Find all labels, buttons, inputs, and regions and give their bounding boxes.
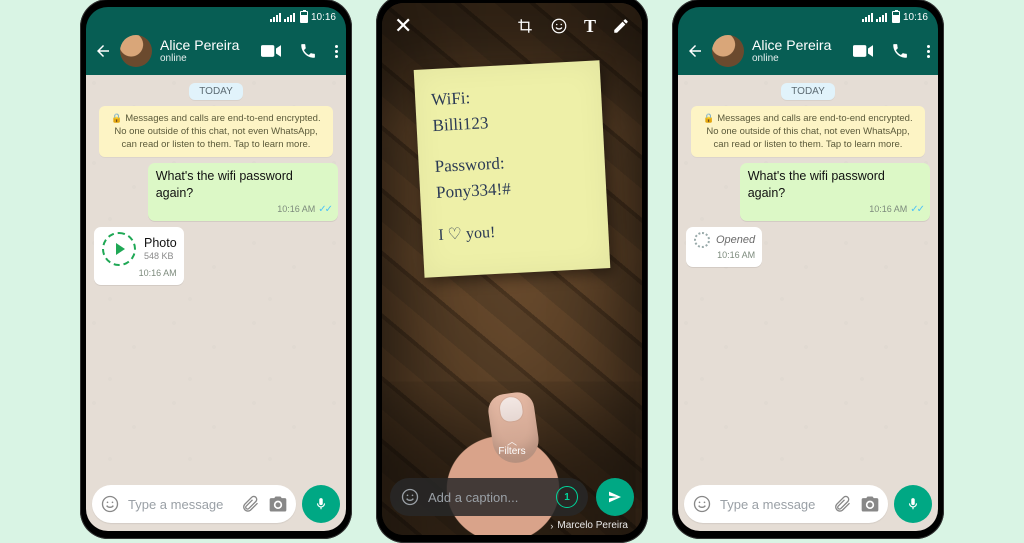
video-call-icon[interactable] [261, 44, 281, 58]
attach-icon[interactable] [240, 494, 260, 514]
signal-icon [270, 13, 281, 22]
attach-icon[interactable] [832, 494, 852, 514]
emoji-icon[interactable] [100, 494, 120, 514]
message-input[interactable]: Type a message [92, 485, 296, 523]
message-input[interactable]: Type a message [684, 485, 888, 523]
contact-avatar[interactable] [712, 35, 744, 67]
camera-icon[interactable] [860, 494, 880, 514]
message-time: 10:16 AM [139, 268, 177, 280]
message-outgoing[interactable]: What's the wifi password again? 10:16 AM… [686, 163, 930, 221]
opened-ring-icon [694, 232, 710, 248]
message-text: What's the wifi password again? [156, 168, 331, 201]
video-call-icon[interactable] [853, 44, 873, 58]
photo-title: Photo [144, 235, 177, 251]
phone-right: 10:16 Alice Pereira online TODAY [672, 0, 944, 539]
sticky-note: WiFi: Billi123 Password: Pony334!# I ♡ y… [414, 60, 611, 277]
voice-call-icon[interactable] [891, 42, 909, 60]
message-placeholder: Type a message [128, 497, 223, 512]
signal-icon [876, 13, 887, 22]
phone-left: 10:16 Alice Pereira online TODAY [80, 0, 352, 539]
message-incoming-opened[interactable]: Opened 10:16 AM [686, 227, 930, 267]
message-composer: Type a message [678, 479, 938, 531]
screen-chat-after: 10:16 Alice Pereira online TODAY [678, 7, 938, 531]
opened-label: Opened [716, 233, 755, 247]
battery-icon [892, 11, 900, 23]
camera-icon[interactable] [268, 494, 288, 514]
screen-chat-before: 10:16 Alice Pereira online TODAY [86, 7, 346, 531]
caption-input[interactable]: Add a caption... 1 [390, 478, 588, 516]
more-menu-icon[interactable] [927, 45, 930, 58]
contact-title-block[interactable]: Alice Pereira online [160, 37, 253, 65]
date-chip: TODAY [781, 83, 835, 100]
encryption-text: Messages and calls are end-to-end encryp… [706, 113, 912, 150]
emoji-icon[interactable] [400, 487, 420, 507]
status-bar: 10:16 [678, 7, 938, 27]
status-time: 10:16 [903, 12, 928, 23]
more-menu-icon[interactable] [335, 45, 338, 58]
contact-name: Alice Pereira [160, 37, 253, 53]
encryption-notice[interactable]: 🔒 Messages and calls are end-to-end encr… [99, 106, 333, 157]
text-tool-icon[interactable]: T [584, 16, 596, 37]
chevron-right-icon: › [550, 521, 553, 531]
date-chip: TODAY [189, 83, 243, 100]
signal-icon [284, 13, 295, 22]
chat-area[interactable]: TODAY 🔒 Messages and calls are end-to-en… [678, 75, 938, 479]
message-incoming-photo[interactable]: Photo 548 KB 10:16 AM [94, 227, 338, 285]
contact-status: online [752, 53, 845, 65]
chat-app-bar: Alice Pereira online [678, 27, 938, 75]
draw-tool-icon[interactable] [612, 17, 630, 35]
contact-status: online [160, 53, 253, 65]
mic-button[interactable] [894, 485, 932, 523]
message-placeholder: Type a message [720, 497, 815, 512]
status-time: 10:16 [311, 12, 336, 23]
voice-call-icon[interactable] [299, 42, 317, 60]
photo-size: 548 KB [144, 251, 177, 263]
battery-icon [300, 11, 308, 23]
encryption-text: Messages and calls are end-to-end encryp… [114, 113, 320, 150]
lock-icon: 🔒 [703, 113, 714, 123]
sticker-icon[interactable] [550, 17, 568, 35]
contact-avatar[interactable] [120, 35, 152, 67]
read-ticks-icon: ✓✓ [910, 203, 923, 216]
view-once-icon[interactable]: 1 [556, 486, 578, 508]
contact-title-block[interactable]: Alice Pereira online [752, 37, 845, 65]
recipient-chip[interactable]: › Marcelo Pereira [550, 520, 634, 531]
back-arrow-icon[interactable] [94, 42, 112, 60]
status-bar: 10:16 [86, 7, 346, 27]
emoji-icon[interactable] [692, 494, 712, 514]
contact-name: Alice Pereira [752, 37, 845, 53]
caption-placeholder: Add a caption... [428, 490, 518, 505]
screen-photo-editor: ✕ T WiFi: Billi [382, 3, 642, 535]
close-icon[interactable]: ✕ [394, 13, 412, 39]
mic-button[interactable] [302, 485, 340, 523]
filters-toggle[interactable]: ︿ Filters [498, 440, 525, 457]
phone-middle: ✕ T WiFi: Billi [376, 0, 648, 543]
chevron-up-icon: ︿ [498, 440, 525, 446]
lock-icon: 🔒 [111, 113, 122, 123]
message-time: 10:16 AM [717, 250, 755, 262]
message-composer: Type a message [86, 479, 346, 531]
back-arrow-icon[interactable] [686, 42, 704, 60]
chat-area[interactable]: TODAY 🔒 Messages and calls are end-to-en… [86, 75, 346, 479]
encryption-notice[interactable]: 🔒 Messages and calls are end-to-end encr… [691, 106, 925, 157]
chat-app-bar: Alice Pereira online [86, 27, 346, 75]
note-line: I ♡ you! [438, 216, 595, 249]
read-ticks-icon: ✓✓ [318, 203, 331, 216]
message-time: 10:16 AM [277, 204, 315, 216]
view-once-photo-icon[interactable] [102, 232, 136, 266]
message-outgoing[interactable]: What's the wifi password again? 10:16 AM… [94, 163, 338, 221]
send-button[interactable] [596, 478, 634, 516]
message-text: What's the wifi password again? [748, 168, 923, 201]
message-time: 10:16 AM [869, 204, 907, 216]
crop-rotate-icon[interactable] [516, 17, 534, 35]
recipient-name: Marcelo Pereira [557, 520, 628, 531]
signal-icon [862, 13, 873, 22]
